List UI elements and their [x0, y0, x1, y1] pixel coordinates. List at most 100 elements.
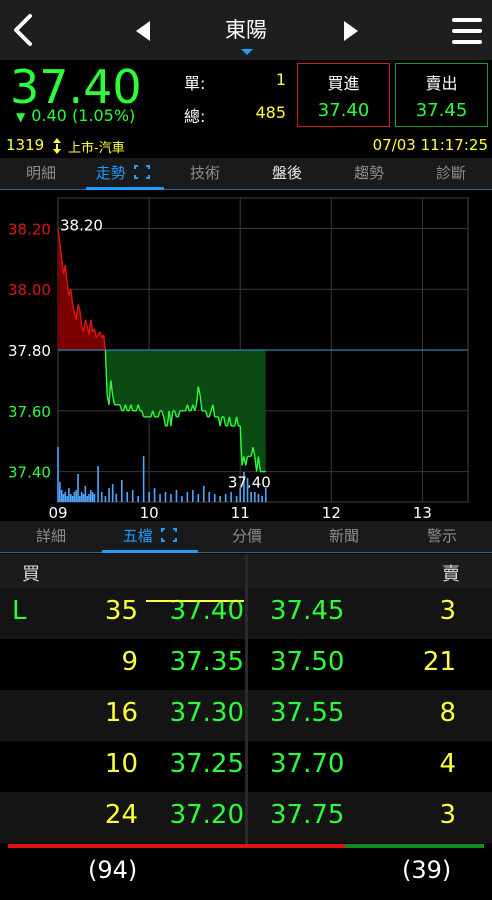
total-volume-value: 485 — [255, 103, 286, 122]
tab-technical[interactable]: 技術 — [164, 158, 246, 190]
volume-bar — [104, 496, 107, 502]
volume-bar — [91, 492, 94, 502]
ask-quantity: 3 — [439, 596, 456, 626]
tab-news[interactable]: 新聞 — [296, 521, 392, 553]
bid-quantity: 10 — [104, 749, 138, 779]
volume-bar — [250, 492, 252, 502]
x-tick-label: 09 — [48, 504, 67, 521]
tab-tendency[interactable]: 趨勢 — [328, 158, 410, 190]
ask-price[interactable]: 37.75 — [270, 800, 366, 830]
tab-details[interactable]: 詳細 — [0, 521, 102, 553]
intraday-chart[interactable]: 38.20 38.00 37.80 37.60 37.40 09 10 11 12 13 38.20… — [0, 190, 492, 521]
tab-after-hours[interactable]: 盤後 — [246, 158, 328, 190]
active-tab-indicator — [102, 550, 198, 553]
volume-bar — [181, 496, 183, 502]
bid-price[interactable]: 37.25 — [148, 749, 244, 779]
volume-bar — [159, 494, 161, 502]
ask-price[interactable]: 37.55 — [270, 698, 366, 728]
ask-price[interactable]: 37.70 — [270, 749, 366, 779]
expand-icon[interactable] — [161, 528, 178, 542]
volume-bar — [219, 496, 221, 502]
tab-five-levels-label: 五檔 — [122, 527, 153, 545]
y-tick-label: 37.60 — [8, 403, 51, 421]
volume-bar — [254, 492, 256, 502]
tab-price-distribution[interactable]: 分價 — [198, 521, 296, 553]
volume-bar — [88, 494, 90, 502]
best-bid-marker — [146, 600, 244, 602]
volume-bar — [153, 488, 156, 502]
bid-quantity: 35 — [104, 596, 138, 626]
ask-price[interactable]: 37.45 — [270, 596, 366, 626]
volume-bar — [148, 492, 150, 502]
volume-bar — [86, 496, 88, 502]
volume-bar — [93, 494, 96, 502]
bid-quantity: 16 — [104, 698, 138, 728]
volume-bar — [137, 496, 139, 502]
bid-price[interactable]: 37.35 — [148, 647, 244, 677]
volume-bar — [62, 494, 65, 502]
volume-bar — [97, 466, 99, 502]
bid-price[interactable]: 37.20 — [148, 800, 244, 830]
tab-alerts[interactable]: 警示 — [392, 521, 492, 553]
dropdown-caret-icon[interactable] — [240, 48, 254, 56]
bid-ratio-bar — [8, 844, 345, 848]
back-arrow-icon[interactable] — [6, 10, 40, 50]
tab-trend[interactable]: 走勢 — [82, 158, 164, 190]
volume-bar — [115, 494, 118, 502]
order-book: 買 賣 L 35 37.40 37.45 3 9 37.35 37.50 21 16 37.30 37… — [0, 554, 492, 900]
volume-bar — [257, 494, 260, 502]
down-triangle-icon: ▼ — [16, 110, 26, 124]
low-annotation: 37.40 — [228, 474, 271, 492]
tab-diagnosis[interactable]: 診斷 — [410, 158, 492, 190]
volume-bar — [108, 488, 110, 502]
volume-bar — [235, 496, 238, 502]
tab-five-levels[interactable]: 五檔 — [102, 521, 198, 553]
total-volume-label: 總: — [184, 107, 206, 126]
quote-datetime: 07/03 11:17:25 — [372, 136, 488, 154]
volume-bar — [75, 490, 78, 502]
stock-title[interactable]: 東陽 — [186, 14, 306, 44]
price-change-text: 0.40 (1.05%) — [31, 106, 136, 125]
ask-price[interactable]: 37.50 — [270, 647, 366, 677]
y-tick-label: 37.80 — [8, 342, 51, 360]
info-tab-bar: 詳細 五檔 分價 新聞 警示 — [0, 521, 492, 553]
sell-price: 37.45 — [415, 100, 468, 121]
volume-bar — [57, 447, 59, 502]
bid-quantity: 24 — [104, 800, 138, 830]
volume-bar — [230, 492, 232, 502]
bid-header: 買 — [22, 564, 40, 585]
volume-bar — [213, 494, 216, 502]
next-stock-icon[interactable] — [336, 18, 366, 44]
volume-bar — [59, 482, 61, 502]
high-annotation: 38.20 — [60, 216, 103, 234]
prev-stock-icon[interactable] — [128, 18, 158, 44]
volume-bar — [68, 488, 70, 502]
volume-bar — [170, 494, 172, 502]
buy-button[interactable]: 買進 37.40 — [297, 63, 390, 127]
sell-button[interactable]: 賣出 37.45 — [395, 63, 488, 127]
single-volume-value: 1 — [275, 70, 286, 89]
volume-bar — [197, 494, 200, 502]
volume-bar — [261, 496, 263, 502]
stock-code: 1319 — [6, 136, 45, 154]
top-bar: 東陽 — [0, 0, 492, 60]
volume-bar — [73, 492, 76, 502]
volume-bar — [71, 496, 74, 502]
volume-bar — [111, 484, 114, 502]
volume-bar — [164, 492, 167, 502]
tab-detail[interactable]: 明細 — [0, 158, 82, 190]
expand-icon[interactable] — [134, 165, 151, 179]
ask-quantity: 4 — [439, 749, 456, 779]
volume-bar — [192, 490, 194, 502]
volume-bar — [77, 474, 79, 502]
volume-bar — [126, 492, 129, 502]
menu-icon[interactable] — [448, 14, 486, 48]
volume-bar — [69, 494, 72, 502]
volume-bar — [66, 496, 68, 502]
price-change: ▼ 0.40 (1.05%) — [16, 106, 135, 125]
volume-bar — [175, 490, 178, 502]
y-tick-label: 38.00 — [8, 281, 51, 299]
volume-bar — [90, 490, 92, 502]
bid-price[interactable]: 37.30 — [148, 698, 244, 728]
volume-bar — [131, 490, 134, 502]
